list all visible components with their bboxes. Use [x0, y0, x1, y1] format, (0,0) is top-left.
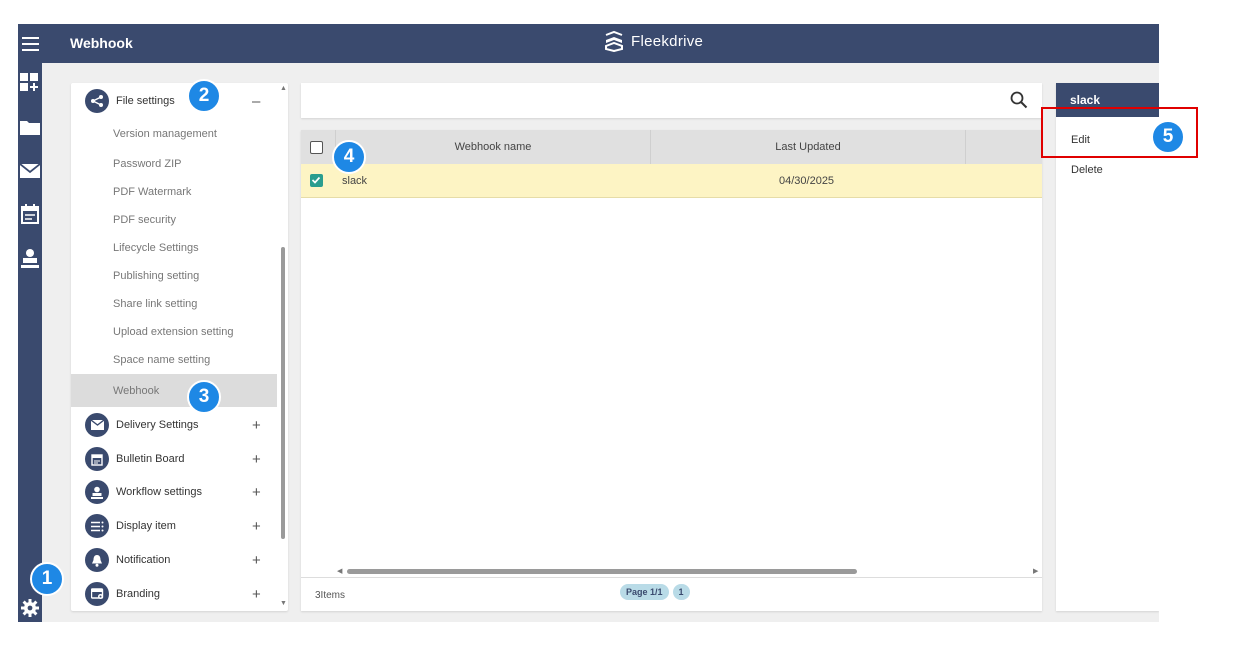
expand-icon[interactable]: + [252, 519, 261, 534]
scroll-left-arrow-icon[interactable]: ◀ [337, 567, 342, 575]
bulletin-icon [85, 447, 109, 471]
branding-icon [85, 582, 109, 606]
nav-scrollbar[interactable]: ▲ ▼ [278, 83, 288, 611]
nav-item-share-link-setting[interactable]: Share link setting [71, 290, 277, 318]
nav-item-publishing-setting[interactable]: Publishing setting [71, 262, 277, 290]
brand-name: Fleekdrive [631, 32, 704, 50]
nav-group-display-item[interactable]: Display item + [71, 509, 277, 543]
nav-group-label: Workflow settings [116, 486, 202, 498]
grid-footer: 3Items Page 1/1 1 [301, 577, 1042, 611]
top-bar: Webhook Fleekdrive [18, 24, 1159, 63]
nav-group-label: Notification [116, 554, 171, 566]
column-header-last-updated[interactable]: Last Updated [651, 130, 966, 164]
left-rail [18, 63, 42, 622]
step-badge-3: 3 [187, 380, 221, 414]
context-menu-panel: slack Edit Delete [1056, 83, 1159, 611]
step-badge-5: 5 [1151, 120, 1185, 154]
nav-item-space-name-setting[interactable]: Space name setting [71, 346, 277, 374]
nav-item-webhook[interactable]: Webhook [71, 374, 277, 407]
scroll-down-arrow-icon[interactable]: ▼ [280, 600, 287, 607]
select-all-checkbox[interactable] [310, 141, 323, 154]
nav-group-label: Branding [116, 588, 161, 600]
calendar-icon[interactable] [19, 203, 41, 225]
brand-logo: Fleekdrive [603, 30, 703, 52]
items-count: 3Items [315, 590, 346, 601]
dashboard-icon[interactable] [19, 72, 41, 94]
gear-icon[interactable] [19, 597, 41, 619]
cell-last-updated: 04/30/2025 [779, 175, 835, 187]
nav-item-upload-extension-setting[interactable]: Upload extension setting [71, 318, 277, 346]
step-badge-1: 1 [30, 562, 64, 596]
table-row[interactable]: slack 04/30/2025 [301, 164, 1042, 198]
nav-item-version-management[interactable]: Version management [71, 120, 277, 148]
column-header-webhook-name[interactable]: Webhook name [336, 130, 651, 164]
search-bar[interactable] [301, 83, 1042, 118]
row-checkbox[interactable] [310, 174, 323, 187]
cell-webhook-name: slack [342, 175, 368, 187]
grid-header: Webhook name Last Updated [301, 130, 1042, 164]
collapse-icon[interactable]: – [252, 94, 260, 109]
nav-group-workflow-settings[interactable]: Workflow settings + [71, 475, 277, 509]
webhook-grid: Webhook name Last Updated slack 04/30/20… [301, 130, 1042, 611]
nav-scroll-thumb[interactable] [281, 247, 285, 539]
nav-group-bulletin-board[interactable]: Bulletin Board + [71, 442, 277, 476]
nav-group-file-settings[interactable]: File settings – [71, 84, 277, 118]
share-icon [85, 89, 109, 113]
column-header-extra [966, 130, 1042, 164]
nav-group-label: File settings [116, 95, 175, 107]
search-icon[interactable] [1010, 91, 1028, 109]
delete-menu-item[interactable]: Delete [1071, 164, 1103, 176]
step-badge-4: 4 [332, 140, 366, 174]
nav-item-pdf-watermark[interactable]: PDF Watermark [71, 178, 277, 206]
workflow-icon[interactable] [19, 247, 41, 269]
nav-item-lifecycle-settings[interactable]: Lifecycle Settings [71, 234, 277, 262]
nav-group-branding[interactable]: Branding + [71, 577, 277, 611]
fleekdrive-logo-icon [605, 30, 623, 52]
nav-item-password-zip[interactable]: Password ZIP [71, 150, 277, 178]
mail-icon [85, 413, 109, 437]
step-badge-2: 2 [187, 79, 221, 113]
app-window: Webhook Fleekdrive File settings – Versi… [18, 24, 1159, 622]
expand-icon[interactable]: + [252, 485, 261, 500]
mail-icon[interactable] [19, 160, 41, 182]
expand-icon[interactable]: + [252, 452, 261, 467]
page-label: Page 1/1 [620, 584, 669, 600]
nav-group-notification[interactable]: Notification + [71, 543, 277, 577]
grid-horizontal-scrollbar[interactable]: ◀ ▶ [337, 567, 1038, 576]
workflow-icon [85, 480, 109, 504]
scroll-right-arrow-icon[interactable]: ▶ [1033, 567, 1038, 575]
nav-item-pdf-security[interactable]: PDF security [71, 206, 277, 234]
list-icon [85, 514, 109, 538]
nav-group-label: Display item [116, 520, 176, 532]
select-all-cell [301, 130, 336, 164]
bell-icon [85, 548, 109, 572]
page-number-button[interactable]: 1 [672, 584, 690, 600]
expand-icon[interactable]: + [252, 553, 261, 568]
folder-icon[interactable] [19, 116, 41, 138]
settings-nav: File settings – Version management Passw… [71, 83, 288, 611]
menu-icon[interactable] [18, 24, 42, 63]
nav-group-delivery-settings[interactable]: Delivery Settings + [71, 408, 277, 442]
page-title: Webhook [70, 35, 133, 51]
nav-group-label: Delivery Settings [116, 419, 199, 431]
expand-icon[interactable]: + [252, 587, 261, 602]
pagination: Page 1/1 1 [620, 584, 690, 600]
grid-scroll-thumb[interactable] [347, 569, 857, 574]
nav-group-label: Bulletin Board [116, 453, 185, 465]
scroll-up-arrow-icon[interactable]: ▲ [280, 85, 287, 92]
expand-icon[interactable]: + [252, 418, 261, 433]
